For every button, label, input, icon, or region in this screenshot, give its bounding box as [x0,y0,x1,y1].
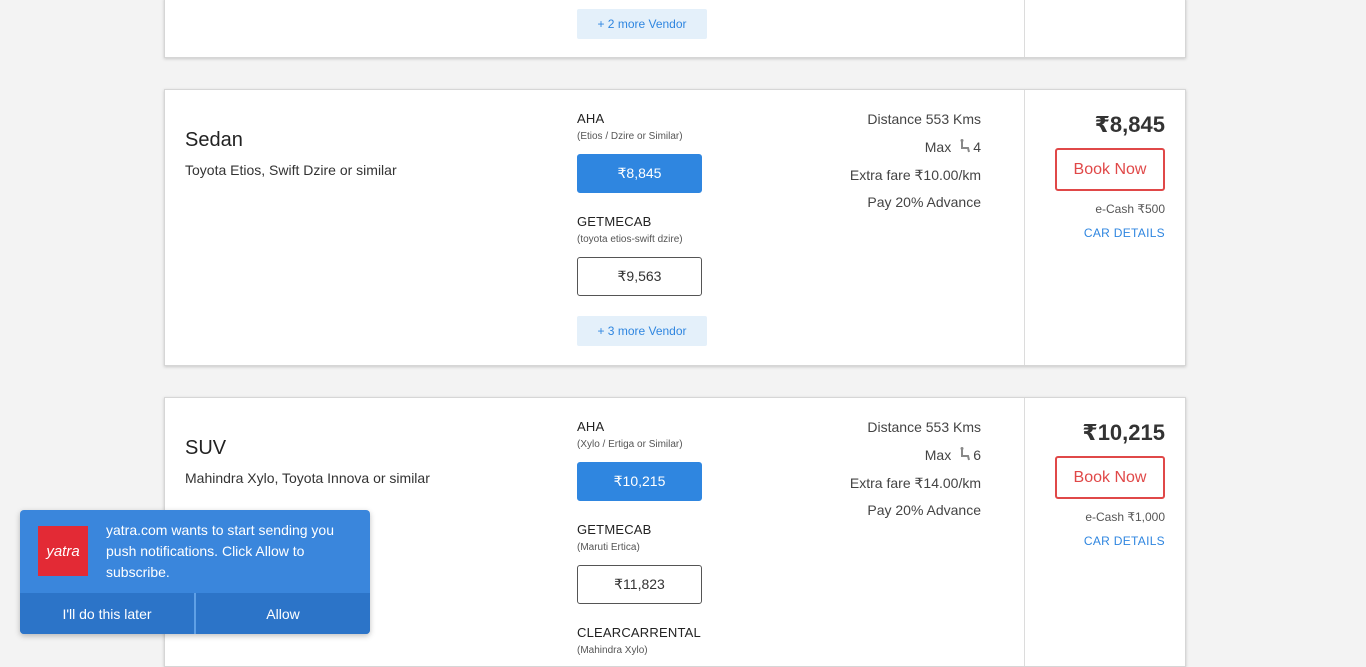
book-now-button[interactable]: Book Now [1055,148,1165,191]
total-price: ₹8,845 [1094,112,1165,137]
vendor-name: AHA [577,111,605,126]
vendor-price-button[interactable]: ₹10,215 [577,462,702,501]
vendor-car-models: (Xylo / Ertiga or Similar) [577,439,683,450]
push-message: yatra.com wants to start sending you pus… [106,522,334,580]
more-vendor-button[interactable]: + 3 more Vendor [577,316,707,346]
car-card-top: + 2 more Vendor [164,0,1186,58]
do-later-button[interactable]: I'll do this later [20,593,194,634]
advance-text: Pay 20% Advance [867,194,981,210]
car-type-title: Sedan [185,129,243,151]
vendor-car-models: (Maruti Ertica) [577,542,640,553]
car-details-link[interactable]: CAR DETAILS [1084,226,1165,240]
vendor-name: GETMECAB [577,214,652,229]
vendor-car-models: (Etios / Dzire or Similar) [577,131,683,142]
seat-count: 6 [973,447,981,463]
car-type-title: SUV [185,437,227,459]
more-vendor-button[interactable]: + 2 more Vendor [577,9,707,39]
max-seats: Max 4 [925,139,981,155]
max-label: Max [924,447,952,463]
vendor-name: AHA [577,419,605,434]
vendor-car-models: (Mahindra Xylo) [577,645,648,656]
max-label: Max [924,139,952,155]
car-models-text: Mahindra Xylo, Toyota Innova or similar [185,470,430,486]
seat-icon [960,139,971,153]
extra-fare-text: Extra fare ₹10.00/km [849,167,981,183]
car-card-sedan: Sedan Toyota Etios, Swift Dzire or simil… [164,89,1186,366]
total-price: ₹10,215 [1082,420,1165,445]
distance-text: Distance 553 Kms [867,111,981,127]
push-notification-prompt: yatra yatra.com wants to start sending y… [20,510,370,634]
vendor-price-button[interactable]: ₹9,563 [577,257,702,296]
card-divider [1024,398,1025,666]
push-actions: I'll do this later Allow [20,593,370,634]
card-divider [1024,90,1025,365]
vendor-name: GETMECAB [577,522,652,537]
ecash-text: e-Cash ₹1,000 [1085,510,1165,524]
card-divider [1024,0,1025,57]
advance-text: Pay 20% Advance [867,502,981,518]
vendor-price-button[interactable]: ₹11,823 [577,565,702,604]
vendor-name: CLEARCARRENTAL [577,625,701,640]
seat-count: 4 [973,139,981,155]
car-details-link[interactable]: CAR DETAILS [1084,534,1165,548]
seat-icon [960,447,971,461]
distance-text: Distance 553 Kms [867,419,981,435]
yatra-logo: yatra [38,526,88,576]
allow-button[interactable]: Allow [196,593,370,634]
vendor-car-models: (toyota etios-swift dzire) [577,234,683,245]
extra-fare-text: Extra fare ₹14.00/km [849,475,981,491]
book-now-button[interactable]: Book Now [1055,456,1165,499]
ecash-text: e-Cash ₹500 [1095,202,1165,216]
vendor-price-button[interactable]: ₹8,845 [577,154,702,193]
max-seats: Max 6 [925,447,981,463]
car-models-text: Toyota Etios, Swift Dzire or similar [185,162,397,178]
